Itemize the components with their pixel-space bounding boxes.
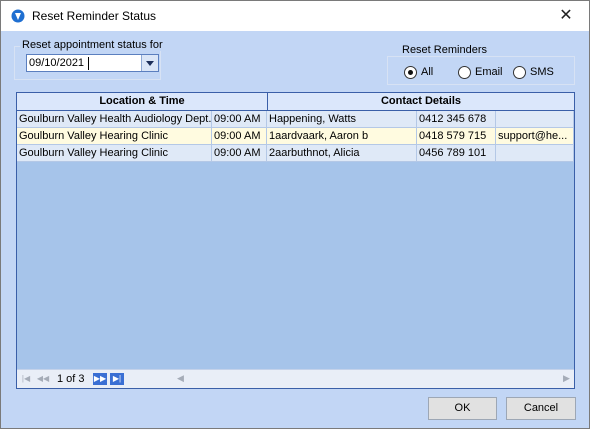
cell-location[interactable]: Goulburn Valley Hearing Clinic	[17, 145, 212, 162]
cell-name[interactable]: Happening, Watts	[267, 111, 417, 128]
first-page-icon[interactable]: |◀	[19, 373, 33, 385]
cell-time[interactable]: 09:00 AM	[212, 111, 267, 128]
cell-time[interactable]: 09:00 AM	[212, 128, 267, 145]
ok-button[interactable]: OK	[428, 397, 497, 420]
last-page-icon[interactable]: ▶|	[110, 373, 124, 385]
cell-name[interactable]: 2aarbuthnot, Alicia	[267, 145, 417, 162]
cell-location[interactable]: Goulburn Valley Hearing Clinic	[17, 128, 212, 145]
window-title: Reset Reminder Status	[32, 9, 157, 23]
close-icon[interactable]: ✕	[559, 7, 572, 24]
cancel-button-label[interactable]: Cancel	[524, 402, 558, 414]
reset-reminder-dialog: Reset Reminder Status ✕ Reset appointmen…	[0, 0, 590, 429]
radio-dot-icon	[408, 70, 413, 75]
radio-email-label[interactable]: Email	[475, 66, 503, 78]
radio-all-label[interactable]: All	[421, 66, 433, 78]
appointments-grid: Location & Time Contact Details Goulburn…	[16, 92, 575, 389]
column-group-location-time[interactable]: Location & Time	[17, 93, 268, 111]
radio-circle-icon[interactable]	[513, 66, 526, 79]
cell-phone[interactable]: 0456 789 101	[417, 145, 496, 162]
column-group-contact-details[interactable]: Contact Details	[268, 93, 574, 111]
cell-name[interactable]: 1aardvaark, Aaron b	[267, 128, 417, 145]
close-button[interactable]: ✕	[543, 1, 589, 31]
cell-phone[interactable]: 0418 579 715	[417, 128, 496, 145]
reset-status-label: Reset appointment status for	[20, 39, 165, 51]
page-info: 1 of 3	[57, 373, 85, 385]
cell-email[interactable]: support@he...	[496, 128, 574, 145]
grid-pager: |◀ ◀◀ 1 of 3 ▶▶ ▶| ◀ ▶	[17, 369, 574, 388]
radio-sms-label[interactable]: SMS	[530, 66, 554, 78]
table-row[interactable]: Goulburn Valley Health Audiology Dept. 0…	[17, 111, 574, 128]
app-logo-icon	[11, 9, 25, 23]
cell-phone[interactable]: 0412 345 678	[417, 111, 496, 128]
scroll-right-icon[interactable]: ▶	[563, 373, 570, 384]
cell-email[interactable]	[496, 145, 574, 162]
cell-time[interactable]: 09:00 AM	[212, 145, 267, 162]
text-caret	[88, 57, 89, 70]
chevron-down-icon[interactable]	[141, 55, 158, 71]
cancel-button[interactable]: Cancel	[506, 397, 576, 420]
radio-circle-icon[interactable]	[404, 66, 417, 79]
ok-button-label[interactable]: OK	[455, 402, 471, 414]
table-row[interactable]: Goulburn Valley Hearing Clinic 09:00 AM …	[17, 145, 574, 162]
reset-reminders-label: Reset Reminders	[400, 44, 489, 56]
next-page-icon[interactable]: ▶▶	[93, 373, 107, 385]
radio-circle-icon[interactable]	[458, 66, 471, 79]
date-value[interactable]: 09/10/2021	[29, 57, 84, 69]
cell-location[interactable]: Goulburn Valley Health Audiology Dept.	[17, 111, 212, 128]
previous-page-icon[interactable]: ◀◀	[36, 373, 50, 385]
scroll-left-icon[interactable]: ◀	[177, 373, 184, 384]
title-bar: Reset Reminder Status ✕	[1, 1, 589, 31]
table-row[interactable]: Goulburn Valley Hearing Clinic 09:00 AM …	[17, 128, 574, 145]
cell-email[interactable]	[496, 111, 574, 128]
date-picker[interactable]: 09/10/2021	[26, 54, 159, 72]
